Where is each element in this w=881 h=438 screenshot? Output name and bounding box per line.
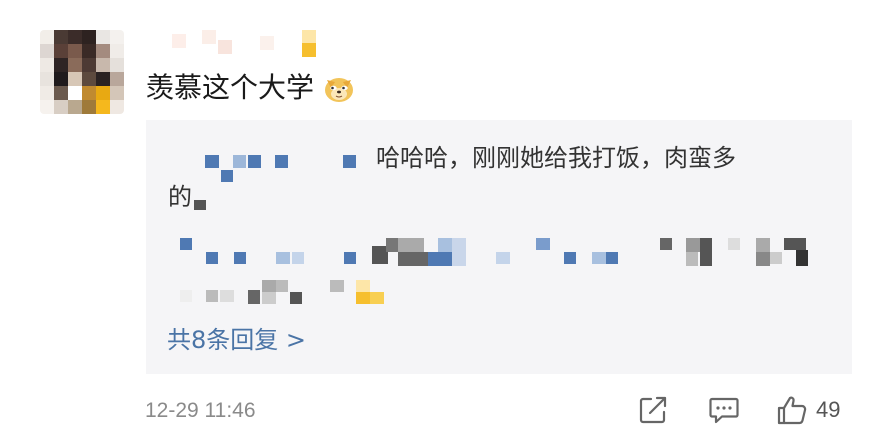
doge-emoji-icon [322, 71, 356, 105]
comment-body: 羡慕这个大学 [146, 66, 356, 110]
avatar[interactable] [40, 30, 124, 114]
like-count: 49 [816, 397, 841, 422]
comment-icon [709, 397, 739, 424]
comment-text: 羡慕这个大学 [146, 71, 315, 104]
reply-text-line2: 的 [168, 183, 192, 211]
thumbs-up-icon [777, 396, 807, 425]
share-icon [639, 396, 667, 424]
view-all-replies-link[interactable]: 共8条回复 > [167, 322, 306, 358]
username-censored[interactable] [172, 30, 322, 57]
comment-timestamp: 12-29 11:46 [145, 399, 256, 422]
share-button[interactable] [638, 392, 668, 428]
reply-text-line1: 哈哈哈，刚刚她给我打饭，肉蛮多 [376, 144, 736, 172]
comment-button[interactable] [708, 392, 740, 428]
like-button[interactable]: 49 [776, 392, 840, 428]
